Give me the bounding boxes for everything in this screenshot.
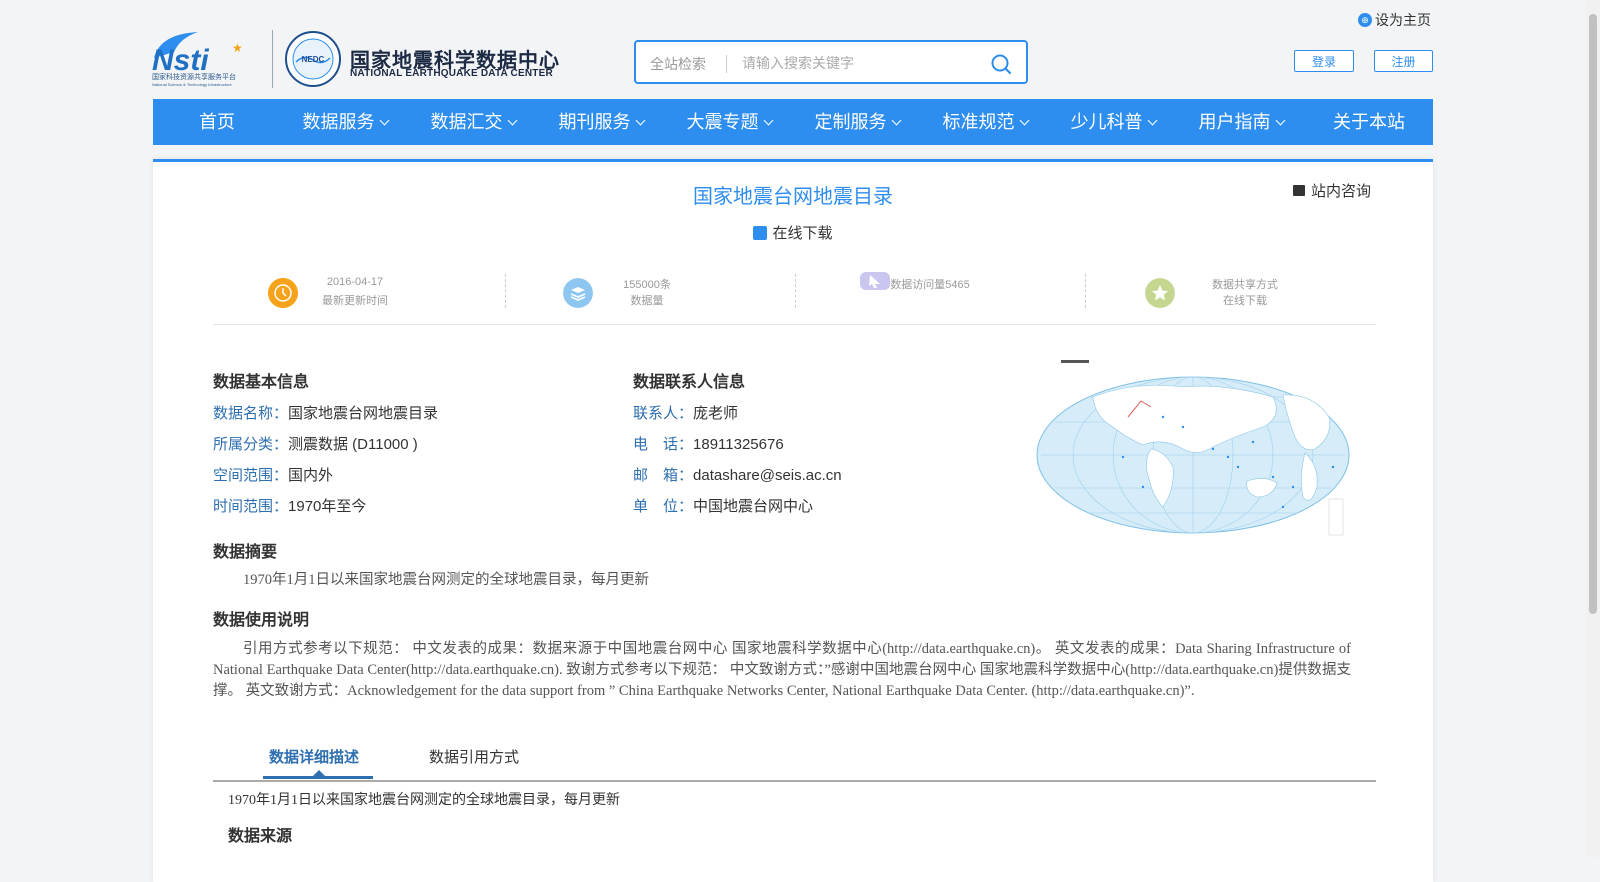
- logo-divider: [272, 30, 273, 88]
- main-nav: 首页 数据服务 数据汇交 期刊服务 大震专题 定制服务 标准规范 少儿科普 用户…: [153, 99, 1433, 145]
- basic-info-row: 空间范围：国内外: [213, 467, 334, 484]
- nav-item-home[interactable]: 首页: [153, 99, 281, 145]
- nedc-seal-text: NEDC: [302, 55, 325, 64]
- home-icon: ⊕: [1358, 13, 1372, 27]
- nav-item-data-submission[interactable]: 数据汇交: [409, 99, 537, 145]
- chevron-down-icon: [891, 115, 901, 126]
- search-icon[interactable]: [990, 53, 1012, 75]
- nsti-logo-subtitle-en: National Science & Technology Infrastruc…: [152, 82, 233, 87]
- stat-data-volume: 155000条 数据量: [505, 272, 795, 328]
- contact-info-row: 联系人：庞老师: [633, 405, 739, 422]
- star-icon: [1145, 278, 1175, 308]
- chevron-down-icon: [1019, 115, 1029, 126]
- basic-info-row: 时间范围：1970年至今: [213, 498, 367, 515]
- nsti-logo[interactable]: Nsti ★ 国家科技资源共享服务平台 National Science & T…: [150, 28, 260, 88]
- dataset-title: 国家地震台网地震目录: [693, 186, 893, 208]
- nav-item-kids-science[interactable]: 少儿科普: [1049, 99, 1177, 145]
- site-search-box: 全站检索: [634, 40, 1028, 84]
- search-input[interactable]: [740, 50, 984, 76]
- nav-item-major-earthquakes[interactable]: 大震专题: [665, 99, 793, 145]
- stat-value: 数据共享方式: [1212, 279, 1278, 291]
- stat-update-time: 2016-04-17 最新更新时间: [213, 272, 503, 328]
- nav-item-standards[interactable]: 标准规范: [921, 99, 1049, 145]
- tab-citation[interactable]: 数据引用方式: [429, 746, 519, 767]
- online-download-link[interactable]: 在线下载: [153, 222, 1433, 243]
- chat-icon: [1293, 185, 1305, 196]
- site-title-en: NATIONAL EARTHQUAKE DATA CENTER: [350, 68, 553, 79]
- chevron-down-icon: [379, 115, 389, 126]
- usage-heading: 数据使用说明: [213, 612, 310, 629]
- nav-item-user-guide[interactable]: 用户指南: [1177, 99, 1305, 145]
- stats-divider: [213, 324, 1376, 325]
- data-source-heading: 数据来源: [228, 828, 293, 845]
- scrollbar-thumb[interactable]: [1589, 14, 1597, 614]
- nsti-logo-subtitle: 国家科技资源共享服务平台: [152, 72, 236, 81]
- dataset-stats: 2016-04-17 最新更新时间 155000条 数据量 数据访问量5465: [213, 272, 1376, 328]
- tab-detail-description[interactable]: 数据详细描述: [269, 746, 359, 767]
- abstract-text: 1970年1月1日以来国家地震台网测定的全球地震目录，每月更新: [243, 572, 649, 588]
- chevron-down-icon: [635, 115, 645, 126]
- contact-info-heading: 数据联系人信息: [633, 374, 746, 391]
- stat-value: 2016-04-17: [326, 276, 384, 288]
- stat-sharing-mode: 数据共享方式 在线下载: [1085, 272, 1375, 328]
- chevron-down-icon: [763, 115, 773, 126]
- basic-info-row: 所属分类：测震数据 (D11000 ): [213, 436, 418, 453]
- login-button[interactable]: 登录: [1294, 50, 1354, 72]
- download-icon: [753, 226, 768, 240]
- dataset-detail-card: 国家地震台网地震目录 站内咨询 在线下载 2016-04-17 最新更新时间 1…: [153, 159, 1433, 882]
- stat-value: 数据访问量5465: [890, 279, 970, 291]
- basic-info-heading: 数据基本信息: [213, 374, 310, 391]
- active-tab-indicator: [263, 776, 373, 779]
- chevron-down-icon: [1147, 115, 1157, 126]
- stat-label: 最新更新时间: [322, 295, 388, 307]
- site-consult-label: 站内咨询: [1311, 183, 1372, 200]
- stat-label: 数据量: [630, 295, 664, 307]
- abstract-heading: 数据摘要: [213, 544, 278, 561]
- search-scope-label[interactable]: 全站检索: [650, 54, 706, 74]
- nav-item-about[interactable]: 关于本站: [1305, 99, 1433, 145]
- nav-item-journal-services[interactable]: 期刊服务: [537, 99, 665, 145]
- contact-info-row: 单 位：中国地震台网中心: [633, 498, 814, 515]
- set-homepage-link[interactable]: ⊕ 设为主页: [1358, 10, 1431, 30]
- stat-label: 在线下载: [1223, 295, 1267, 307]
- basic-info-row: 数据名称：国家地震台网地震目录: [213, 405, 439, 422]
- online-download-label: 在线下载: [772, 225, 833, 242]
- nav-item-custom-services[interactable]: 定制服务: [793, 99, 921, 145]
- clock-icon: [268, 278, 298, 308]
- register-button[interactable]: 注册: [1374, 50, 1433, 72]
- stat-visits: 数据访问量5465: [795, 272, 1085, 328]
- chevron-down-icon: [1275, 115, 1285, 126]
- detail-tabs: 数据详细描述 数据引用方式: [213, 740, 1376, 782]
- site-consult-link[interactable]: 站内咨询: [1293, 180, 1371, 201]
- active-tab-arrow: [313, 770, 325, 776]
- nedc-seal-logo: NEDC: [285, 31, 341, 87]
- contact-info-row: 邮 箱：datashare@seis.ac.cn: [633, 467, 842, 484]
- chevron-down-icon: [507, 115, 517, 126]
- stat-value: 155000条: [623, 279, 671, 291]
- nav-item-data-services[interactable]: 数据服务: [281, 99, 409, 145]
- contact-info-row: 电 话：18911325676: [633, 436, 784, 453]
- search-divider: [726, 55, 727, 73]
- svg-text:★: ★: [232, 41, 243, 55]
- page-scrollbar[interactable]: [1586, 0, 1600, 857]
- detail-text: 1970年1月1日以来国家地震台网测定的全球地震目录，每月更新: [228, 793, 620, 808]
- set-homepage-label: 设为主页: [1375, 12, 1431, 28]
- dataset-map-thumbnail[interactable]: [1033, 357, 1353, 542]
- usage-text: 引用方式参考以下规范： 中文发表的成果：数据来源于中国地震台网中心 国家地震科学…: [213, 641, 1351, 699]
